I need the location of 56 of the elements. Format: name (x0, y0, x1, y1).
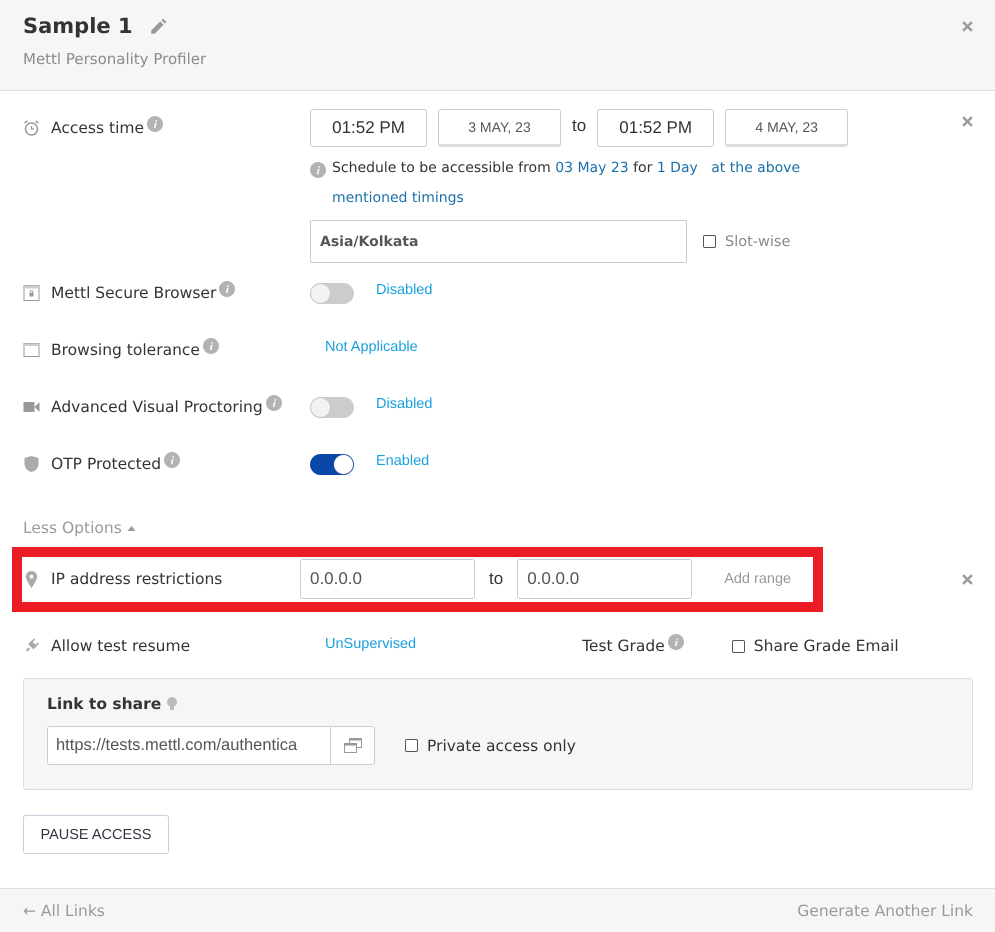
close-icon[interactable] (962, 574, 973, 585)
setting-label: Mettl Secure Browser (51, 284, 216, 302)
checkbox-label: Slot-wise (725, 234, 790, 250)
video-camera-icon (23, 401, 40, 413)
setting-label: Advanced Visual Proctoring (51, 398, 263, 416)
info-icon[interactable] (668, 634, 684, 650)
checkbox[interactable] (732, 640, 745, 652)
status-text: Enabled (376, 453, 430, 469)
lock-window-icon (23, 285, 40, 301)
time-field[interactable]: 01:52 PM (310, 109, 427, 147)
toggle-switch[interactable] (310, 396, 354, 418)
status-text: Disabled (376, 282, 432, 298)
checkbox-label: Private access only (427, 736, 576, 754)
card-title: Link to share (47, 695, 162, 713)
range-separator: to (572, 116, 586, 136)
checkbox[interactable] (703, 235, 716, 248)
status-text: UnSupervised (325, 636, 416, 652)
checkbox[interactable] (405, 739, 418, 752)
toggle-switch[interactable] (310, 454, 354, 474)
dialog-title: Sample 1 (23, 14, 133, 38)
range-separator: to (489, 569, 504, 589)
setting-label: IP address restrictions (51, 570, 222, 588)
status-text: Not Applicable (325, 339, 418, 355)
shield-icon (23, 456, 40, 472)
info-icon[interactable] (219, 281, 236, 297)
info-icon[interactable] (164, 452, 180, 468)
setting-label: OTP Protected (51, 455, 162, 473)
timezone-field[interactable]: Asia/Kolkata (310, 220, 687, 263)
setting-label: Allow test resume (51, 637, 190, 655)
plug-icon (23, 638, 40, 654)
info-icon (310, 162, 326, 178)
dialog-subtitle: Mettl Personality Profiler (23, 50, 208, 68)
time-field[interactable]: 01:52 PM (597, 109, 714, 147)
date-field[interactable]: 4 MAY, 23 (725, 109, 848, 147)
checkbox-label: Share Grade Email (754, 637, 899, 655)
schedule-note: Schedule to be accessible from 03 May 23 for 1 Day at the above mentioned timings (332, 159, 802, 208)
map-pin-icon (23, 570, 40, 588)
setting-label: Test Grade (582, 637, 665, 655)
window-icon (23, 343, 40, 357)
ip-field[interactable]: 0.0.0.0 (300, 559, 475, 599)
close-icon[interactable] (962, 20, 973, 32)
toggle-switch[interactable] (310, 282, 354, 304)
pause-access-button[interactable]: PAUSE ACCESS (23, 815, 169, 854)
setting-label: Access time (51, 119, 144, 137)
alarm-clock-icon (23, 120, 40, 136)
pencil-icon[interactable] (148, 18, 167, 36)
info-icon[interactable] (202, 338, 219, 354)
setting-label: Browsing tolerance (51, 341, 200, 359)
status-text: Disabled (376, 396, 432, 412)
caret-up-icon[interactable] (126, 526, 136, 530)
lightbulb-icon (167, 697, 178, 711)
ip-field[interactable]: 0.0.0.0 (517, 559, 692, 599)
info-icon[interactable] (147, 116, 164, 132)
info-icon[interactable] (266, 395, 282, 411)
date-field[interactable]: 3 MAY, 23 (438, 109, 561, 147)
close-icon[interactable] (962, 116, 973, 126)
